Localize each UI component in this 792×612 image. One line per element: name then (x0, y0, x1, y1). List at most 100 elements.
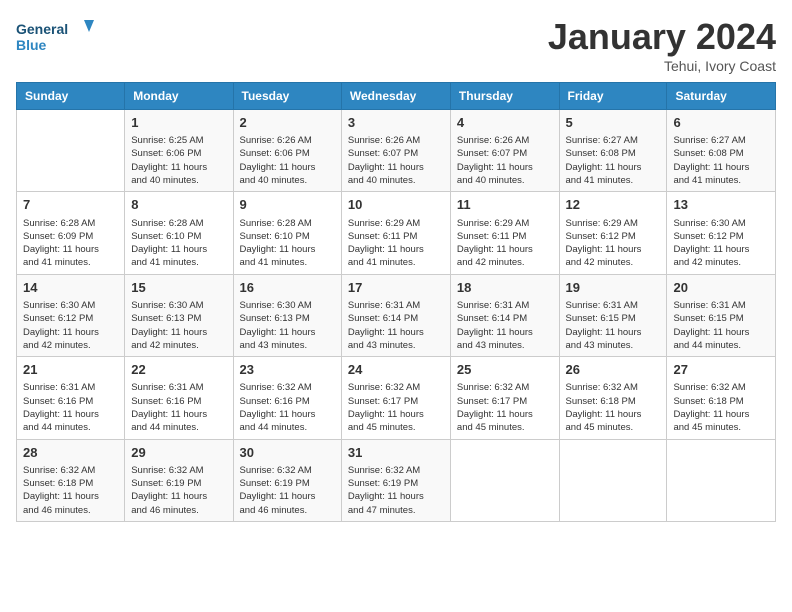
svg-text:General: General (16, 21, 68, 37)
calendar-day-23: 23Sunrise: 6:32 AMSunset: 6:16 PMDayligh… (233, 357, 341, 439)
day-info-text: Sunrise: 6:25 AM (131, 134, 226, 147)
day-info-text: and 44 minutes. (240, 421, 335, 434)
day-info-text: Sunset: 6:19 PM (131, 477, 226, 490)
header-day-monday: Monday (125, 83, 233, 110)
day-info-text: Sunset: 6:15 PM (566, 312, 661, 325)
day-info-text: Daylight: 11 hours (131, 490, 226, 503)
day-info-text: and 45 minutes. (673, 421, 769, 434)
day-info-text: Daylight: 11 hours (566, 243, 661, 256)
day-info-text: Daylight: 11 hours (131, 243, 226, 256)
day-info-text: Sunset: 6:16 PM (131, 395, 226, 408)
calendar-day-31: 31Sunrise: 6:32 AMSunset: 6:19 PMDayligh… (341, 439, 450, 521)
day-info-text: and 40 minutes. (131, 174, 226, 187)
day-info-text: Sunset: 6:12 PM (673, 230, 769, 243)
header-day-sunday: Sunday (17, 83, 125, 110)
day-number: 30 (240, 444, 335, 462)
calendar-day-27: 27Sunrise: 6:32 AMSunset: 6:18 PMDayligh… (667, 357, 776, 439)
day-info-text: Daylight: 11 hours (566, 161, 661, 174)
day-info-text: Sunset: 6:18 PM (566, 395, 661, 408)
day-number: 15 (131, 279, 226, 297)
logo-svg: General Blue (16, 16, 96, 60)
day-info-text: Sunset: 6:19 PM (348, 477, 444, 490)
calendar-day-22: 22Sunrise: 6:31 AMSunset: 6:16 PMDayligh… (125, 357, 233, 439)
day-number: 18 (457, 279, 553, 297)
day-info-text: and 43 minutes. (457, 339, 553, 352)
day-info-text: Daylight: 11 hours (23, 243, 118, 256)
day-info-text: Daylight: 11 hours (566, 408, 661, 421)
day-info-text: Daylight: 11 hours (348, 326, 444, 339)
location-subtitle: Tehui, Ivory Coast (548, 58, 776, 74)
calendar-day-16: 16Sunrise: 6:30 AMSunset: 6:13 PMDayligh… (233, 274, 341, 356)
day-info-text: Sunrise: 6:32 AM (348, 464, 444, 477)
day-number: 20 (673, 279, 769, 297)
day-info-text: Sunrise: 6:27 AM (566, 134, 661, 147)
day-info-text: Sunset: 6:17 PM (457, 395, 553, 408)
header-row: SundayMondayTuesdayWednesdayThursdayFrid… (17, 83, 776, 110)
day-info-text: Daylight: 11 hours (23, 408, 118, 421)
day-info-text: and 41 minutes. (673, 174, 769, 187)
day-info-text: Sunset: 6:11 PM (457, 230, 553, 243)
day-info-text: Daylight: 11 hours (457, 408, 553, 421)
day-number: 2 (240, 114, 335, 132)
day-info-text: and 45 minutes. (457, 421, 553, 434)
day-info-text: and 41 minutes. (131, 256, 226, 269)
day-info-text: and 42 minutes. (23, 339, 118, 352)
header-day-friday: Friday (559, 83, 667, 110)
day-info-text: Sunset: 6:18 PM (23, 477, 118, 490)
calendar-week-1: 1Sunrise: 6:25 AMSunset: 6:06 PMDaylight… (17, 110, 776, 192)
day-info-text: Sunrise: 6:30 AM (673, 217, 769, 230)
day-number: 28 (23, 444, 118, 462)
empty-cell (17, 110, 125, 192)
day-info-text: and 46 minutes. (131, 504, 226, 517)
calendar-day-2: 2Sunrise: 6:26 AMSunset: 6:06 PMDaylight… (233, 110, 341, 192)
day-info-text: Sunset: 6:07 PM (348, 147, 444, 160)
day-info-text: Sunset: 6:19 PM (240, 477, 335, 490)
day-number: 22 (131, 361, 226, 379)
day-info-text: Daylight: 11 hours (673, 243, 769, 256)
calendar-day-26: 26Sunrise: 6:32 AMSunset: 6:18 PMDayligh… (559, 357, 667, 439)
day-info-text: Sunset: 6:07 PM (457, 147, 553, 160)
day-info-text: Sunset: 6:17 PM (348, 395, 444, 408)
day-info-text: Sunrise: 6:32 AM (23, 464, 118, 477)
day-info-text: Sunset: 6:10 PM (240, 230, 335, 243)
day-info-text: Sunset: 6:16 PM (23, 395, 118, 408)
calendar-day-21: 21Sunrise: 6:31 AMSunset: 6:16 PMDayligh… (17, 357, 125, 439)
day-info-text: Sunset: 6:08 PM (566, 147, 661, 160)
svg-text:Blue: Blue (16, 37, 47, 53)
empty-cell (667, 439, 776, 521)
day-number: 19 (566, 279, 661, 297)
header-day-saturday: Saturday (667, 83, 776, 110)
day-info-text: Daylight: 11 hours (457, 161, 553, 174)
day-info-text: Sunrise: 6:31 AM (673, 299, 769, 312)
day-number: 16 (240, 279, 335, 297)
day-info-text: Sunrise: 6:31 AM (348, 299, 444, 312)
day-info-text: Sunrise: 6:28 AM (240, 217, 335, 230)
day-info-text: Sunrise: 6:30 AM (131, 299, 226, 312)
day-info-text: Sunrise: 6:32 AM (673, 381, 769, 394)
calendar-day-19: 19Sunrise: 6:31 AMSunset: 6:15 PMDayligh… (559, 274, 667, 356)
day-info-text: Sunrise: 6:30 AM (23, 299, 118, 312)
header-day-thursday: Thursday (450, 83, 559, 110)
header-day-wednesday: Wednesday (341, 83, 450, 110)
calendar-header: SundayMondayTuesdayWednesdayThursdayFrid… (17, 83, 776, 110)
day-info-text: Daylight: 11 hours (240, 490, 335, 503)
month-title: January 2024 (548, 16, 776, 58)
day-info-text: Daylight: 11 hours (240, 408, 335, 421)
calendar-day-7: 7Sunrise: 6:28 AMSunset: 6:09 PMDaylight… (17, 192, 125, 274)
header-day-tuesday: Tuesday (233, 83, 341, 110)
day-info-text: Sunset: 6:11 PM (348, 230, 444, 243)
day-info-text: and 43 minutes. (348, 339, 444, 352)
day-info-text: and 45 minutes. (566, 421, 661, 434)
day-info-text: Sunrise: 6:31 AM (566, 299, 661, 312)
day-info-text: Daylight: 11 hours (240, 161, 335, 174)
day-number: 4 (457, 114, 553, 132)
calendar-day-25: 25Sunrise: 6:32 AMSunset: 6:17 PMDayligh… (450, 357, 559, 439)
day-info-text: and 43 minutes. (566, 339, 661, 352)
day-info-text: and 42 minutes. (673, 256, 769, 269)
day-info-text: and 44 minutes. (23, 421, 118, 434)
day-info-text: Sunrise: 6:28 AM (23, 217, 118, 230)
day-info-text: and 44 minutes. (131, 421, 226, 434)
day-info-text: Sunrise: 6:32 AM (348, 381, 444, 394)
day-number: 9 (240, 196, 335, 214)
calendar-day-8: 8Sunrise: 6:28 AMSunset: 6:10 PMDaylight… (125, 192, 233, 274)
